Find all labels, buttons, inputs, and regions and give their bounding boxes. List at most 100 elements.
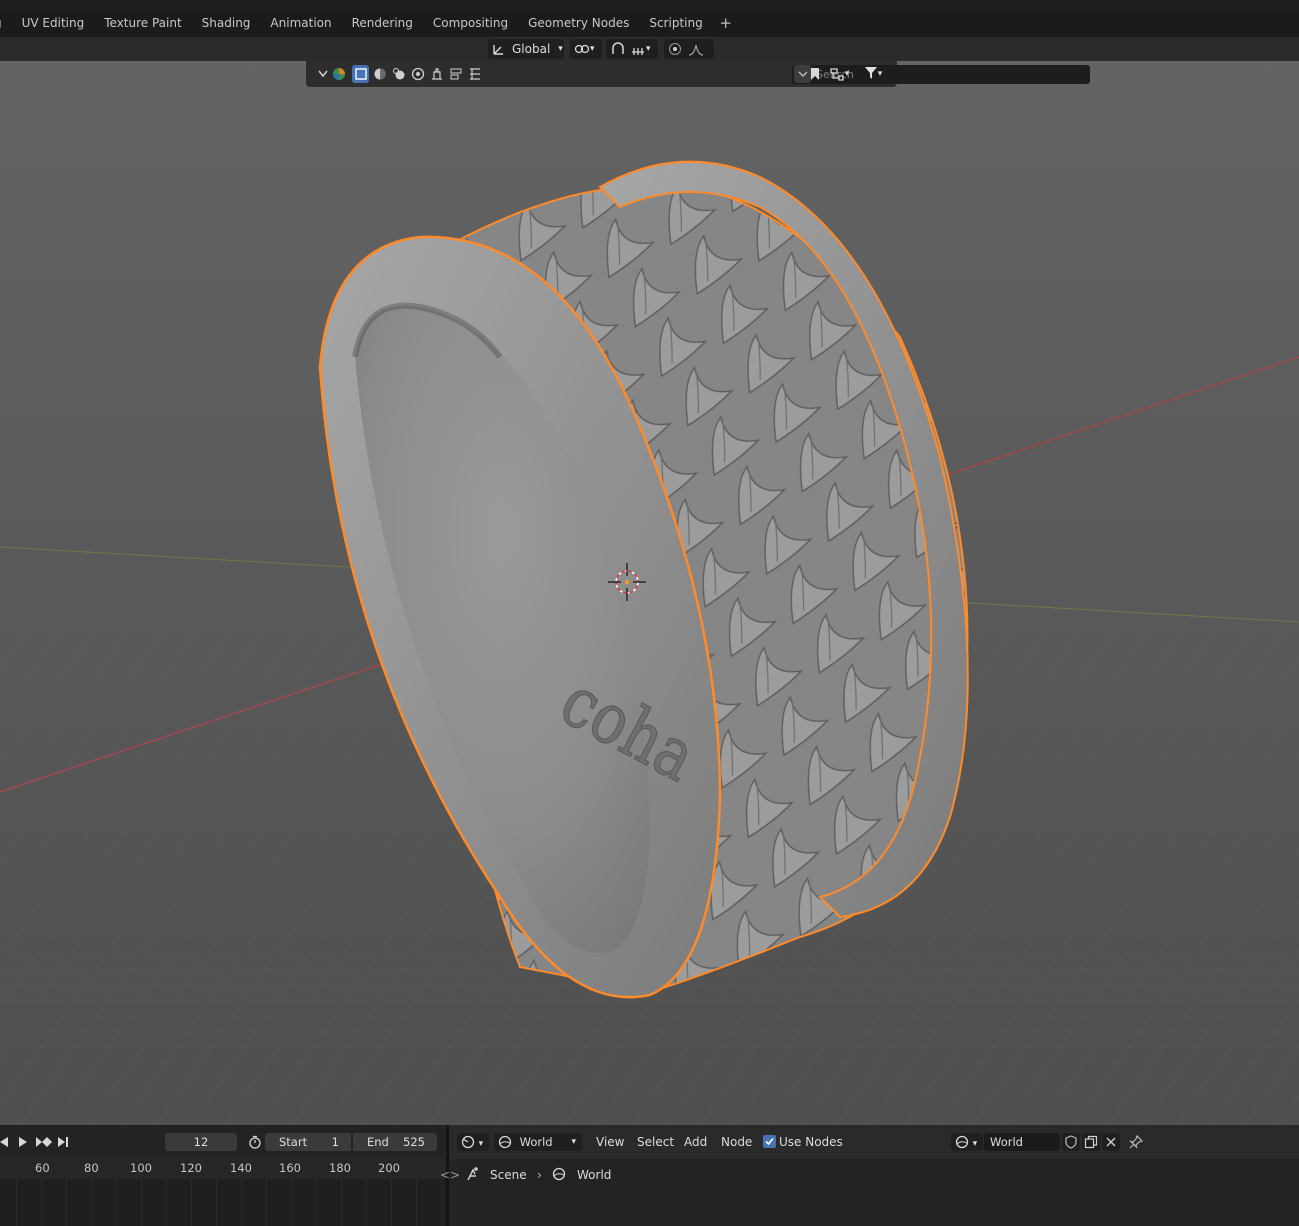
chevron-down-icon[interactable] — [314, 65, 331, 83]
shader-editor: ▾ World ▾ View Select Add Node Use Nodes — [440, 1125, 1299, 1226]
world-name-field[interactable]: World — [984, 1133, 1060, 1151]
tab-texture-paint[interactable]: Texture Paint — [94, 10, 191, 37]
chevron-down-icon: ▾ — [571, 1137, 576, 1147]
shield-icon[interactable] — [1062, 1133, 1080, 1151]
display-mode-dropdown[interactable]: ▾ — [824, 65, 854, 83]
current-frame-field[interactable]: 12 — [165, 1133, 237, 1151]
chevron-down-icon: ▾ — [972, 1139, 978, 1149]
menu-add[interactable]: Add — [684, 1134, 707, 1150]
tab-compositing[interactable]: Compositing — [423, 10, 518, 37]
filter-icon — [864, 66, 878, 83]
timeline-tracks[interactable] — [0, 1179, 446, 1226]
timeline-ruler[interactable]: 60 80 100 120 140 160 180 200 — [0, 1157, 446, 1179]
ruler-tick: 140 — [230, 1161, 252, 1175]
timeline-editor: 12 Start 1 End 525 60 80 100 120 140 160… — [0, 1125, 446, 1226]
workspace-tabs: g UV Editing Texture Paint Shading Anima… — [0, 10, 1299, 37]
play-reverse-icon[interactable] — [0, 1134, 12, 1150]
transform-pivot-icon — [574, 42, 590, 56]
3d-viewport[interactable]: coha Global ▾ ▾ ▾ Search ▾ ▾ — [0, 37, 1299, 1125]
editor-type-dropdown[interactable]: ▾ — [457, 1133, 489, 1151]
shader-type-label: World — [519, 1135, 553, 1149]
proportional-edit-group[interactable] — [664, 39, 714, 59]
filter-objects-icon[interactable] — [352, 65, 369, 83]
transform-orientation-icon — [492, 42, 506, 56]
shader-editor-header: ▾ World ▾ View Select Add Node Use Nodes — [449, 1125, 1299, 1159]
filter-collections-icon[interactable] — [466, 65, 483, 83]
node-editor-icon — [461, 1135, 479, 1149]
start-label: Start — [279, 1135, 308, 1149]
ruler-tick: 100 — [130, 1161, 152, 1175]
filter-empties-icon[interactable] — [428, 65, 445, 83]
ruler-tick: 200 — [378, 1161, 400, 1175]
pin-icon[interactable] — [1128, 1134, 1146, 1150]
snap-dropdown[interactable]: ▾ — [606, 39, 658, 59]
end-frame-field[interactable]: End 525 — [353, 1133, 437, 1151]
tab-scripting[interactable]: Scripting — [639, 10, 712, 37]
ruler-tick: 60 — [35, 1161, 50, 1175]
start-value: 1 — [331, 1135, 339, 1149]
chevron-down-icon: ▾ — [877, 69, 883, 79]
scene-icon — [466, 1166, 480, 1185]
filter-others-icon[interactable] — [447, 65, 464, 83]
duplicate-icon[interactable] — [1082, 1133, 1100, 1151]
proportional-edit-icon — [668, 42, 682, 56]
breadcrumb-world: World — [577, 1168, 612, 1182]
start-frame-field[interactable]: Start 1 — [265, 1133, 351, 1151]
play-icon[interactable] — [15, 1134, 31, 1150]
world-icon — [552, 1167, 566, 1184]
menu-node[interactable]: Node — [721, 1134, 752, 1150]
add-workspace-button[interactable]: + — [713, 10, 739, 37]
chevron-down-icon: ▾ — [844, 69, 850, 79]
title-bar-strip — [0, 0, 1299, 10]
chevron-down-icon: ▾ — [478, 1139, 484, 1149]
tab-geometry-nodes[interactable]: Geometry Nodes — [518, 10, 639, 37]
tab-rendering[interactable]: Rendering — [342, 10, 423, 37]
ruler-tick: 180 — [329, 1161, 351, 1175]
use-nodes-label[interactable]: Use Nodes — [779, 1134, 843, 1150]
breadcrumb: <> Scene › World — [440, 1159, 1299, 1191]
snap-icon — [610, 42, 626, 56]
world-browse-dropdown[interactable]: ▾ — [951, 1133, 983, 1151]
ruler-tick: 120 — [180, 1161, 202, 1175]
breadcrumb-scene: Scene — [490, 1168, 527, 1182]
scene-icon[interactable] — [330, 65, 347, 83]
ruler-tick: 160 — [279, 1161, 301, 1175]
tab-animation[interactable]: Animation — [260, 10, 341, 37]
shader-type-dropdown[interactable]: World ▾ — [494, 1133, 582, 1151]
tab-uv-editing[interactable]: UV Editing — [12, 10, 95, 37]
viewport-header: Global ▾ ▾ ▾ — [0, 37, 1299, 61]
tab-layout[interactable]: g — [0, 10, 12, 37]
menu-select[interactable]: Select — [637, 1134, 674, 1150]
use-nodes-checkbox[interactable] — [763, 1135, 776, 1148]
filter-lights-icon[interactable] — [390, 65, 407, 83]
filter-dropdown[interactable]: ▾ — [858, 65, 888, 83]
pivot-point-dropdown[interactable]: ▾ — [570, 39, 602, 59]
bookmark-icon[interactable] — [806, 65, 823, 83]
bottom-editors: 12 Start 1 End 525 60 80 100 120 140 160… — [0, 1125, 1299, 1226]
jump-keyframe-icon[interactable] — [34, 1134, 54, 1150]
falloff-icon — [688, 42, 704, 56]
end-value: 525 — [403, 1135, 425, 1149]
world-icon — [955, 1135, 973, 1149]
world-icon — [498, 1135, 516, 1149]
filter-meshes-icon[interactable] — [371, 65, 388, 83]
outliner-filter-bar: Search ▾ ▾ — [306, 61, 1090, 87]
menu-view[interactable]: View — [596, 1134, 624, 1150]
transform-orientation-label: Global — [512, 42, 551, 56]
chevron-right-icon: › — [537, 1168, 542, 1182]
snap-target-icon — [630, 42, 646, 56]
sidebar-toggle[interactable]: <> — [440, 1168, 460, 1182]
close-icon[interactable] — [1102, 1133, 1120, 1151]
chevron-down-icon: ▾ — [590, 44, 595, 54]
chevron-down-icon: ▾ — [558, 44, 563, 54]
chevron-down-icon: ▾ — [646, 44, 651, 54]
ruler-tick: 80 — [84, 1161, 99, 1175]
jump-end-icon[interactable] — [55, 1134, 71, 1150]
tab-shading[interactable]: Shading — [192, 10, 261, 37]
end-label: End — [367, 1135, 389, 1149]
viewport-scene: coha — [0, 37, 1299, 1125]
transform-orientation-dropdown[interactable]: Global ▾ — [488, 39, 564, 59]
timeline-header: 12 Start 1 End 525 — [0, 1125, 446, 1157]
filter-cameras-icon[interactable] — [409, 65, 426, 83]
stopwatch-icon[interactable] — [247, 1134, 263, 1150]
